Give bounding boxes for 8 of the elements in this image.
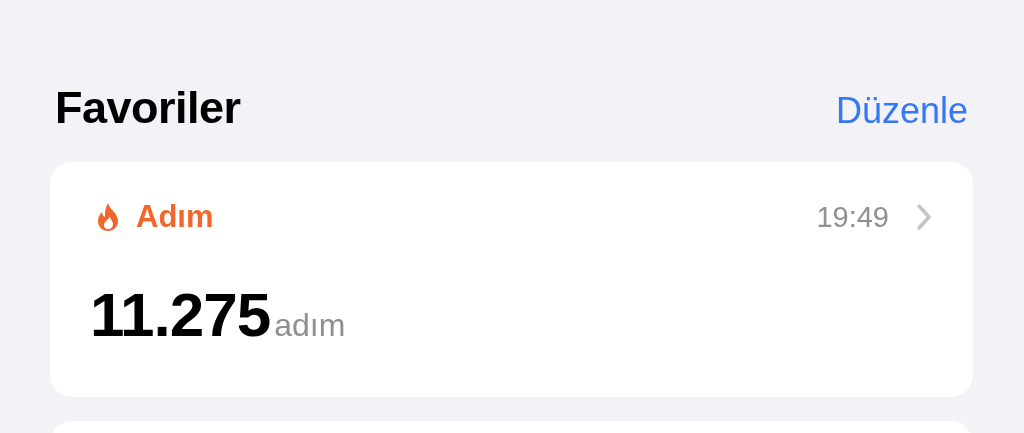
edit-link[interactable]: Düzenle (835, 90, 968, 132)
step-count: 11.275 (90, 279, 271, 350)
timestamp: 19:49 (816, 200, 889, 234)
section-title: Favoriler (55, 82, 241, 134)
card-title: Adım (136, 199, 214, 235)
chevron-icon (915, 203, 933, 231)
unit-label: adım (274, 307, 346, 344)
card-background[interactable]: Adım 19:49 11.275adım (50, 162, 973, 397)
